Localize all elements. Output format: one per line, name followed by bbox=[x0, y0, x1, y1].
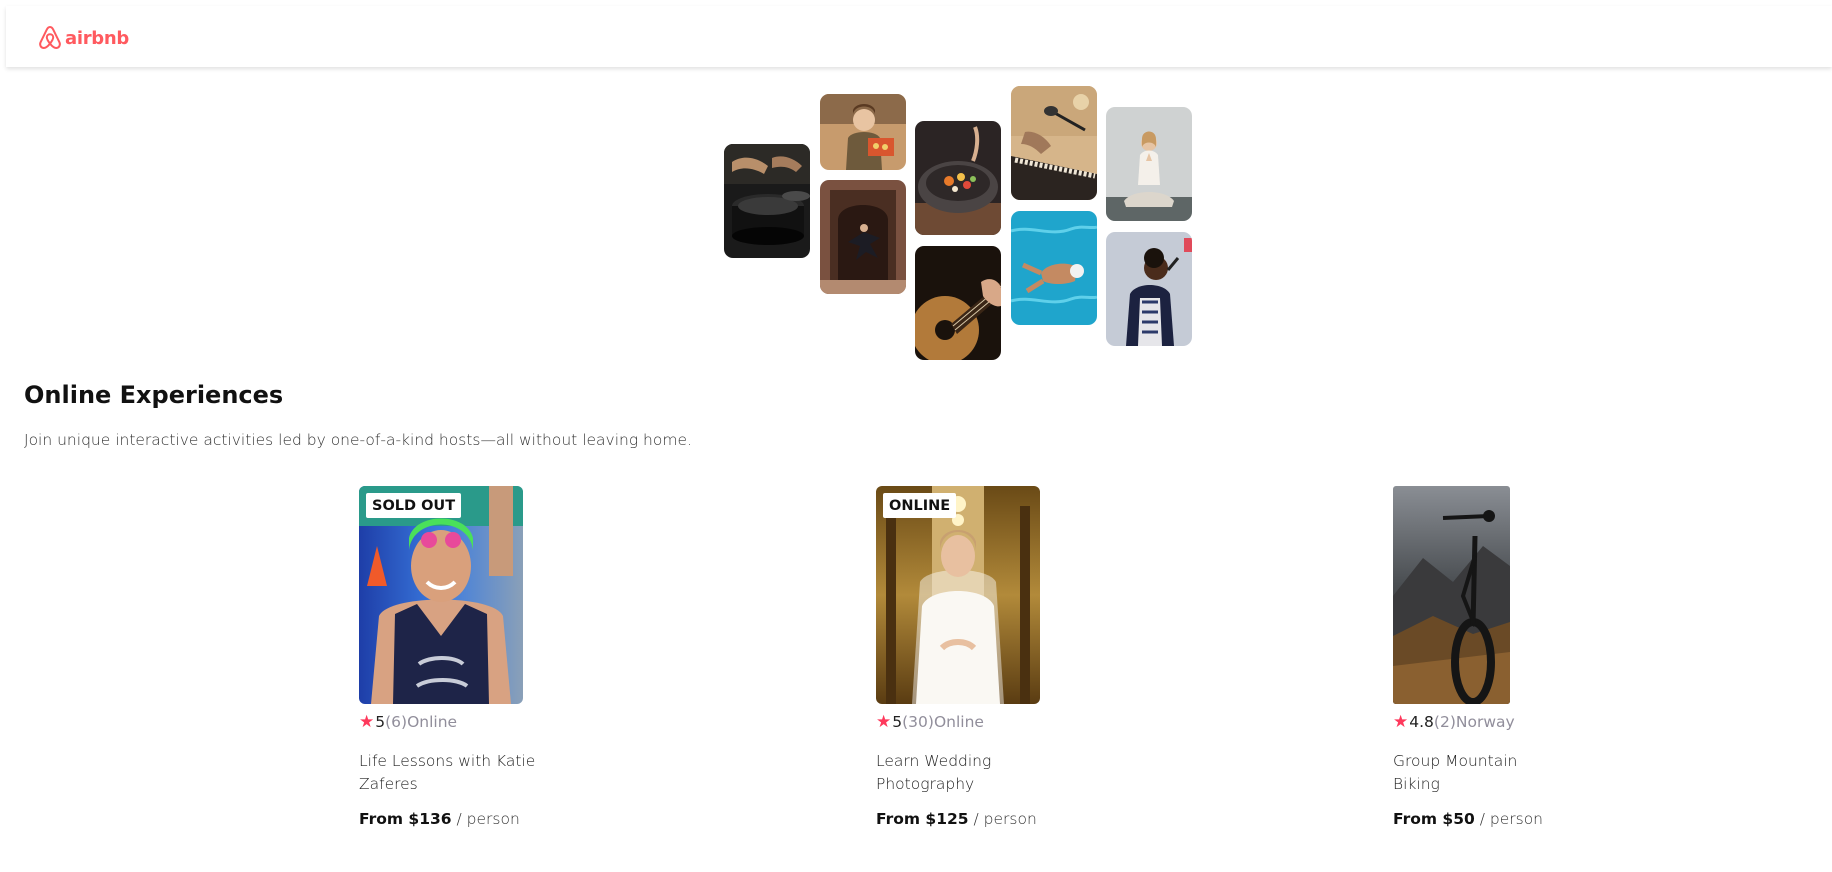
card-rating: 5 bbox=[892, 713, 903, 731]
card-stats: ★ 4.8 (2) Norway bbox=[1393, 713, 1568, 731]
card-price-from: From $50 bbox=[1393, 810, 1475, 828]
hero-photo-dancer bbox=[820, 180, 906, 294]
hero-photo-food-bowl bbox=[915, 121, 1001, 235]
hero-photo-chef bbox=[820, 94, 906, 170]
card-price-unit: / person bbox=[1474, 810, 1544, 828]
hero-photo-cooking bbox=[724, 144, 810, 258]
card-price: From $125 / person bbox=[876, 810, 1051, 828]
experience-card-wedding-photography[interactable]: ONLINE ★ 5 (30) Online Learn Wedding Pho… bbox=[876, 486, 1051, 828]
card-image[interactable] bbox=[1393, 486, 1510, 704]
hero-photo-meditation bbox=[1106, 107, 1192, 221]
card-image[interactable]: SOLD OUT bbox=[359, 486, 523, 704]
card-location: Online bbox=[407, 713, 458, 731]
card-image[interactable]: ONLINE bbox=[876, 486, 1040, 704]
card-title[interactable]: Group Mountain Biking bbox=[1393, 750, 1523, 796]
card-price-from: From $136 bbox=[359, 810, 452, 828]
card-rating: 5 bbox=[375, 713, 386, 731]
hero-photo-guitar bbox=[915, 246, 1001, 360]
airbnb-logo[interactable]: airbnb bbox=[38, 25, 129, 51]
card-price: From $50 / person bbox=[1393, 810, 1568, 828]
experience-card-katie-zaferes[interactable]: SOLD OUT ★ 5 (6) Online Life Lessons wit… bbox=[359, 486, 535, 828]
section-subtitle: Join unique interactive activities led b… bbox=[24, 431, 692, 449]
section-title: Online Experiences bbox=[24, 381, 284, 409]
card-title[interactable]: Life Lessons with Katie Zaferes bbox=[359, 750, 549, 796]
status-badge: SOLD OUT bbox=[366, 493, 462, 518]
hero-photo-singer bbox=[1106, 232, 1192, 346]
card-review-count: (6) bbox=[385, 713, 408, 731]
card-price-unit: / person bbox=[968, 810, 1037, 828]
card-title[interactable]: Learn Wedding Photography bbox=[876, 750, 1066, 796]
status-badge: ONLINE bbox=[883, 493, 957, 518]
card-stats: ★ 5 (30) Online bbox=[876, 713, 1051, 731]
card-price: From $136 / person bbox=[359, 810, 534, 828]
card-location: Norway bbox=[1455, 713, 1515, 731]
card-review-count: (30) bbox=[902, 713, 934, 731]
airbnb-logo-icon bbox=[38, 25, 62, 51]
star-icon: ★ bbox=[876, 711, 892, 732]
hero-photo-swimmer bbox=[1011, 211, 1097, 325]
star-icon: ★ bbox=[1393, 711, 1409, 732]
card-location: Online bbox=[933, 713, 984, 731]
card-rating: 4.8 bbox=[1409, 713, 1434, 731]
card-stats: ★ 5 (6) Online bbox=[359, 713, 534, 731]
card-price-from: From $125 bbox=[876, 810, 969, 828]
logo-text: airbnb bbox=[65, 27, 129, 49]
experience-card-mountain-biking[interactable]: ★ 4.8 (2) Norway Group Mountain Biking F… bbox=[1393, 486, 1568, 828]
star-icon: ★ bbox=[359, 711, 375, 732]
navbar: airbnb bbox=[6, 6, 1832, 67]
hero-photo-microphone bbox=[1011, 86, 1097, 200]
card-review-count: (2) bbox=[1433, 713, 1456, 731]
card-price-unit: / person bbox=[451, 810, 520, 828]
